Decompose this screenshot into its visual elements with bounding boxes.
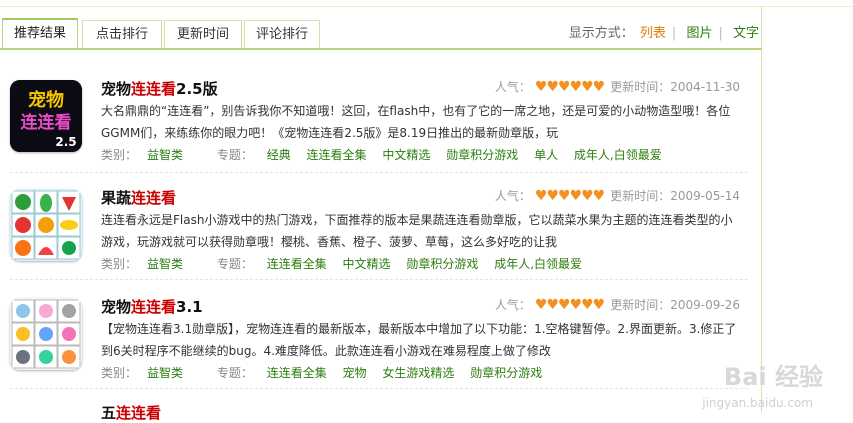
popularity-hearts-icon: ♥♥♥♥♥♥	[534, 188, 605, 204]
baidu-watermark-url: jingyan.baidu.com	[702, 396, 813, 410]
display-list-option[interactable]: 列表	[640, 26, 666, 41]
svg-text:连连看: 连连看	[21, 112, 72, 133]
display-image-option[interactable]: 图片	[686, 26, 712, 41]
divider	[10, 279, 748, 280]
topic-link[interactable]: 连连看全集	[307, 148, 367, 162]
pet-link-2-5-icon[interactable]: 宠物 连连看 2.5	[10, 80, 82, 152]
item-meta: 人气： ♥♥♥♥♥♥ 更新时间：2004-11-30	[494, 79, 740, 95]
display-mode-label: 显示方式：	[568, 26, 634, 41]
svg-text:宠物: 宠物	[28, 89, 64, 111]
tab-comment-rank[interactable]: 评论排行	[244, 20, 320, 48]
fruit-veg-icon[interactable]	[10, 189, 82, 261]
item-title[interactable]: 宠物连连看3.1	[101, 296, 203, 317]
topic-link[interactable]: 中文精选	[382, 148, 430, 162]
item-title[interactable]: 果蔬连连看	[101, 187, 176, 208]
panel-right-border	[761, 6, 762, 412]
item-description: 连连看永远是Flash小游戏中的热门游戏，下面推荐的版本是果蔬连连看勋章版，它以…	[101, 213, 733, 249]
divider	[10, 172, 748, 173]
tab-recommended[interactable]: 推荐结果	[2, 18, 78, 48]
item-meta: 人气： ♥♥♥♥♥♥ 更新时间：2009-05-14	[494, 188, 740, 204]
topic-link[interactable]: 勋章积分游戏	[446, 148, 518, 162]
topic-link[interactable]: 宠物	[343, 366, 367, 380]
category-link[interactable]: 益智类	[147, 148, 183, 162]
topic-link[interactable]: 单人	[534, 148, 558, 162]
divider	[10, 388, 748, 389]
tab-update-time[interactable]: 更新时间	[164, 20, 242, 48]
category-link[interactable]: 益智类	[147, 257, 183, 271]
item-description: 【宠物连连看3.1勋章版】，宠物连连看的最新版本，最新版本中增加了以下功能：1.…	[101, 322, 737, 358]
topic-link[interactable]: 中文精选	[343, 257, 391, 271]
item-description: 大名鼎鼎的“连连看”，别告诉我你不知道哦！这回，在flash中，也有了它的一席之…	[101, 104, 731, 140]
popularity-hearts-icon: ♥♥♥♥♥♥	[534, 79, 605, 95]
topic-link[interactable]: 成年人,白领最爱	[494, 257, 582, 271]
item-tags: 类别： 益智类 专题： 经典 连连看全集 中文精选 勋章积分游戏 单人 成年人,白…	[101, 148, 662, 162]
item-tags: 类别： 益智类 专题： 连连看全集 宠物 女生游戏精选 勋章积分游戏	[101, 366, 543, 380]
pet-grid-icon[interactable]	[10, 298, 82, 370]
topic-link[interactable]: 勋章积分游戏	[406, 257, 478, 271]
top-border	[0, 0, 853, 7]
topic-link[interactable]: 成年人,白领最爱	[574, 148, 662, 162]
tab-click-rank[interactable]: 点击排行	[82, 20, 162, 48]
display-text-option[interactable]: 文字	[733, 26, 759, 41]
item-tags: 类别： 益智类 专题： 连连看全集 中文精选 勋章积分游戏 成年人,白领最爱	[101, 257, 583, 271]
item-title[interactable]: 五连连看	[101, 402, 161, 423]
topic-link[interactable]: 经典	[267, 148, 291, 162]
topic-link[interactable]: 勋章积分游戏	[470, 366, 542, 380]
topic-link[interactable]: 连连看全集	[267, 257, 327, 271]
item-title[interactable]: 宠物连连看2.5版	[101, 78, 218, 99]
item-meta: 人气： ♥♥♥♥♥♥ 更新时间：2009-09-26	[494, 297, 740, 313]
display-mode: 显示方式： 列表 | 图片 | 文字	[568, 26, 759, 41]
topic-link[interactable]: 女生游戏精选	[382, 366, 454, 380]
topic-link[interactable]: 连连看全集	[267, 366, 327, 380]
popularity-hearts-icon: ♥♥♥♥♥♥	[534, 297, 605, 313]
category-link[interactable]: 益智类	[147, 366, 183, 380]
svg-text:2.5: 2.5	[55, 135, 76, 149]
baidu-watermark: Bai 经验	[723, 363, 823, 391]
